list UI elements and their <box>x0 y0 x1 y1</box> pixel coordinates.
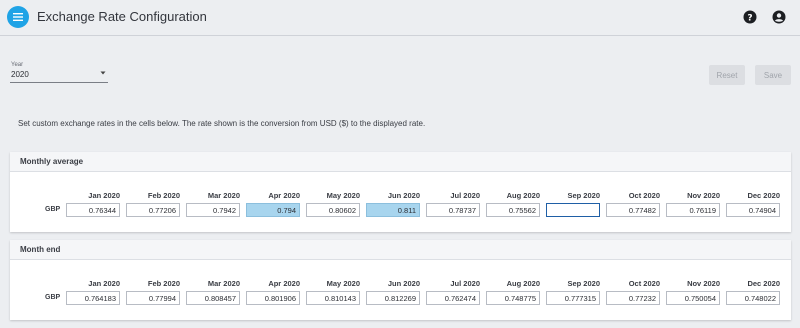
rate-cell[interactable] <box>66 291 120 305</box>
rate-cell[interactable] <box>546 291 600 305</box>
page-title: Exchange Rate Configuration <box>37 9 207 24</box>
save-button[interactable]: Save <box>755 65 791 85</box>
currency-label: GBP <box>45 206 61 213</box>
rate-cell[interactable] <box>726 291 780 305</box>
chevron-down-icon <box>100 71 106 75</box>
rate-cell[interactable] <box>666 291 720 305</box>
year-select[interactable]: 2020 <box>10 69 108 83</box>
month-header: May 2020 <box>326 279 360 288</box>
rate-cell[interactable] <box>186 203 240 217</box>
panel-header: Month end <box>10 240 791 260</box>
svg-text:?: ? <box>747 13 752 23</box>
month-header: Nov 2020 <box>687 279 720 288</box>
help-icon[interactable]: ? <box>743 10 757 24</box>
rate-cell[interactable] <box>606 203 660 217</box>
currency-label: GBP <box>45 294 61 301</box>
panel-title: Monthly average <box>20 157 84 166</box>
month-header: Sep 2020 <box>567 279 600 288</box>
month-end-panel: Month end GBP Jan 2020 Feb 2020 Mar 2020… <box>10 240 791 320</box>
rate-cell[interactable] <box>246 291 300 305</box>
month-header: Aug 2020 <box>506 191 540 200</box>
rate-cell-custom[interactable] <box>246 203 300 217</box>
menu-button[interactable] <box>7 6 29 28</box>
rate-cell[interactable] <box>306 203 360 217</box>
rate-cell[interactable] <box>486 291 540 305</box>
rate-cell[interactable] <box>666 203 720 217</box>
rate-cell[interactable] <box>66 203 120 217</box>
rate-cell[interactable] <box>186 291 240 305</box>
panel-header: Monthly average <box>10 152 791 172</box>
hamburger-icon <box>13 13 23 21</box>
rate-cell-focused[interactable] <box>546 203 600 217</box>
reset-button[interactable]: Reset <box>709 65 745 85</box>
account-icon[interactable] <box>772 10 786 24</box>
rate-cell[interactable] <box>486 203 540 217</box>
rate-cell[interactable] <box>726 203 780 217</box>
rate-cell[interactable] <box>126 291 180 305</box>
rate-cell[interactable] <box>366 291 420 305</box>
rate-cell[interactable] <box>606 291 660 305</box>
month-header: May 2020 <box>326 191 360 200</box>
month-header: Jul 2020 <box>450 279 480 288</box>
month-header: Jun 2020 <box>387 191 420 200</box>
rate-cell[interactable] <box>306 291 360 305</box>
month-header: Jan 2020 <box>88 279 120 288</box>
rate-cell-custom[interactable] <box>366 203 420 217</box>
month-header: Nov 2020 <box>687 191 720 200</box>
month-header: Oct 2020 <box>628 191 660 200</box>
month-header: Apr 2020 <box>268 279 300 288</box>
month-header: Dec 2020 <box>747 279 780 288</box>
rate-cell[interactable] <box>426 203 480 217</box>
year-value: 2020 <box>11 70 29 79</box>
month-header: Aug 2020 <box>506 279 540 288</box>
month-header: Dec 2020 <box>747 191 780 200</box>
month-header: Feb 2020 <box>147 279 180 288</box>
panel-title: Month end <box>20 245 61 254</box>
rate-cell[interactable] <box>126 203 180 217</box>
year-label: Year <box>11 62 24 68</box>
monthly-average-panel: Monthly average GBP Jan 2020 Feb 2020 Ma… <box>10 152 791 232</box>
month-header: Mar 2020 <box>207 279 240 288</box>
month-header: Sep 2020 <box>567 191 600 200</box>
month-header: Mar 2020 <box>207 191 240 200</box>
month-header: Apr 2020 <box>268 191 300 200</box>
month-header: Oct 2020 <box>628 279 660 288</box>
instructions-text: Set custom exchange rates in the cells b… <box>18 119 426 128</box>
month-header: Jan 2020 <box>88 191 120 200</box>
month-header: Feb 2020 <box>147 191 180 200</box>
month-header: Jul 2020 <box>450 191 480 200</box>
month-header: Jun 2020 <box>387 279 420 288</box>
top-bar: Exchange Rate Configuration ? <box>0 0 800 36</box>
rate-cell[interactable] <box>426 291 480 305</box>
